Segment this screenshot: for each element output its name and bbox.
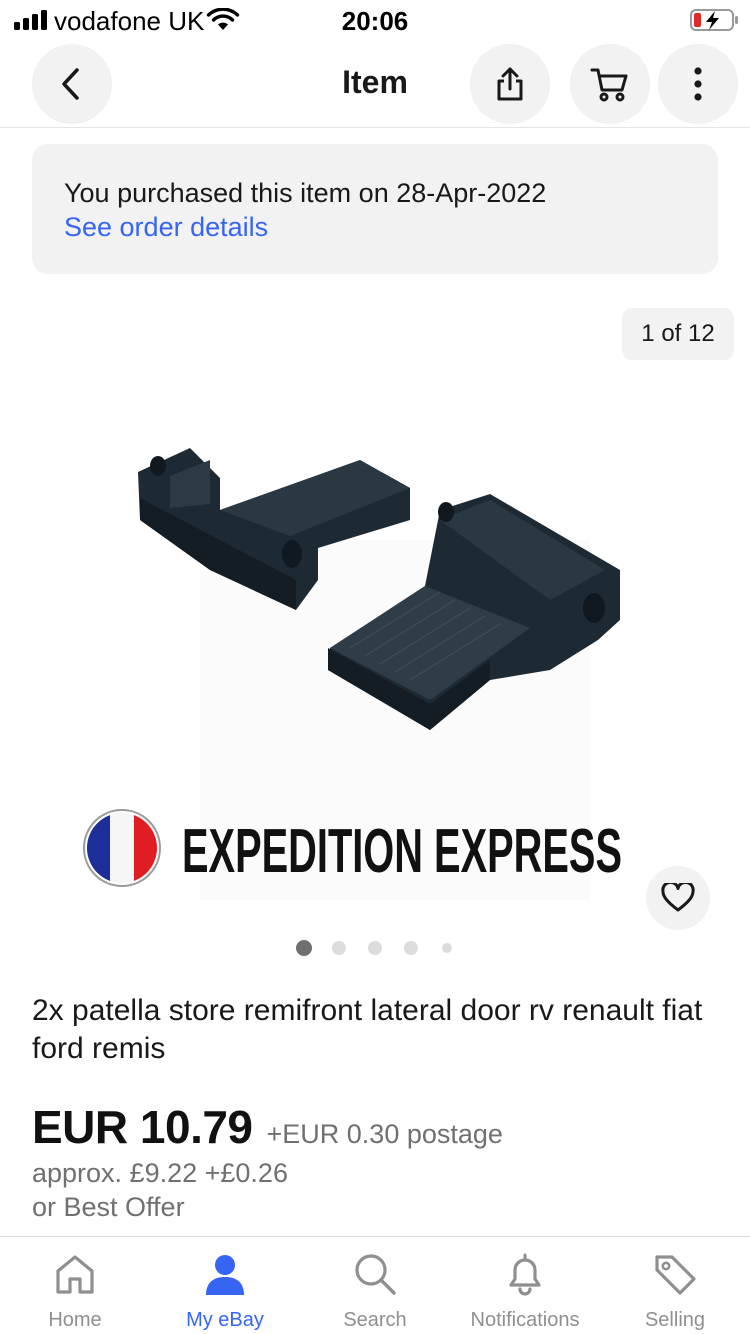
pagination-dot bbox=[368, 941, 382, 955]
brand-text: EXPEDITION EXPRESS bbox=[182, 817, 622, 886]
cart-button[interactable] bbox=[570, 44, 650, 124]
tab-home[interactable]: Home bbox=[0, 1237, 150, 1334]
best-offer-text: or Best Offer bbox=[32, 1192, 185, 1222]
tab-search[interactable]: Search bbox=[300, 1237, 450, 1334]
heart-icon bbox=[661, 883, 695, 912]
tab-search-label: Search bbox=[343, 1309, 407, 1331]
expedition-express-logo: EXPEDITION EXPRESS bbox=[83, 809, 622, 887]
tab-selling-label: Selling bbox=[644, 1309, 706, 1331]
image-counter-badge: 1 of 12 bbox=[622, 308, 734, 360]
tab-home-label: Home bbox=[48, 1309, 102, 1331]
approx-price: approx. £9.22 +£0.26 bbox=[32, 1158, 288, 1188]
search-icon bbox=[355, 1254, 396, 1295]
tag-icon bbox=[655, 1255, 696, 1295]
price-row: EUR 10.79 +EUR 0.30 postage bbox=[32, 1100, 503, 1156]
back-arrow-icon bbox=[62, 68, 79, 100]
battery-charging-icon bbox=[690, 9, 738, 31]
more-vertical-icon bbox=[694, 67, 702, 101]
bell-icon bbox=[509, 1253, 541, 1296]
pagination-dot bbox=[332, 941, 346, 955]
add-to-watchlist-button[interactable] bbox=[646, 866, 710, 930]
tab-selling[interactable]: Selling bbox=[600, 1237, 750, 1334]
bottom-tab-bar: Home My eBay Search Notifications Sellin… bbox=[0, 1236, 750, 1334]
clock: 20:06 bbox=[341, 6, 409, 36]
postage-cost: +EUR 0.30 postage bbox=[266, 1119, 503, 1149]
tab-my-ebay-label: My eBay bbox=[186, 1309, 264, 1331]
purchase-info-banner: You purchased this item on 28-Apr-2022 S… bbox=[32, 144, 718, 274]
purchase-date-text: You purchased this item on 28-Apr-2022 bbox=[64, 178, 547, 208]
item-title: 2x patella store remifront lateral door … bbox=[32, 994, 703, 1065]
status-bar: vodafone UK 20:06 bbox=[0, 0, 750, 40]
cart-icon bbox=[590, 68, 628, 102]
pagination-dot bbox=[442, 943, 452, 953]
nav-bar: Item bbox=[0, 42, 750, 128]
home-icon bbox=[56, 1255, 94, 1294]
tab-notifications-label: Notifications bbox=[470, 1309, 580, 1331]
see-order-details-link[interactable]: See order details bbox=[64, 210, 268, 244]
pagination-dot bbox=[404, 941, 418, 955]
back-button[interactable] bbox=[32, 44, 112, 124]
share-button[interactable] bbox=[470, 44, 550, 124]
share-icon bbox=[497, 67, 523, 101]
item-price: EUR 10.79 bbox=[32, 1101, 253, 1153]
product-image[interactable]: EXPEDITION EXPRESS bbox=[60, 420, 690, 910]
gallery-pagination-dots bbox=[0, 940, 750, 956]
pagination-dot-active bbox=[296, 940, 312, 956]
person-icon bbox=[206, 1255, 244, 1295]
tab-my-ebay[interactable]: My eBay bbox=[150, 1237, 300, 1334]
tab-notifications[interactable]: Notifications bbox=[450, 1237, 600, 1334]
more-options-button[interactable] bbox=[658, 44, 738, 124]
